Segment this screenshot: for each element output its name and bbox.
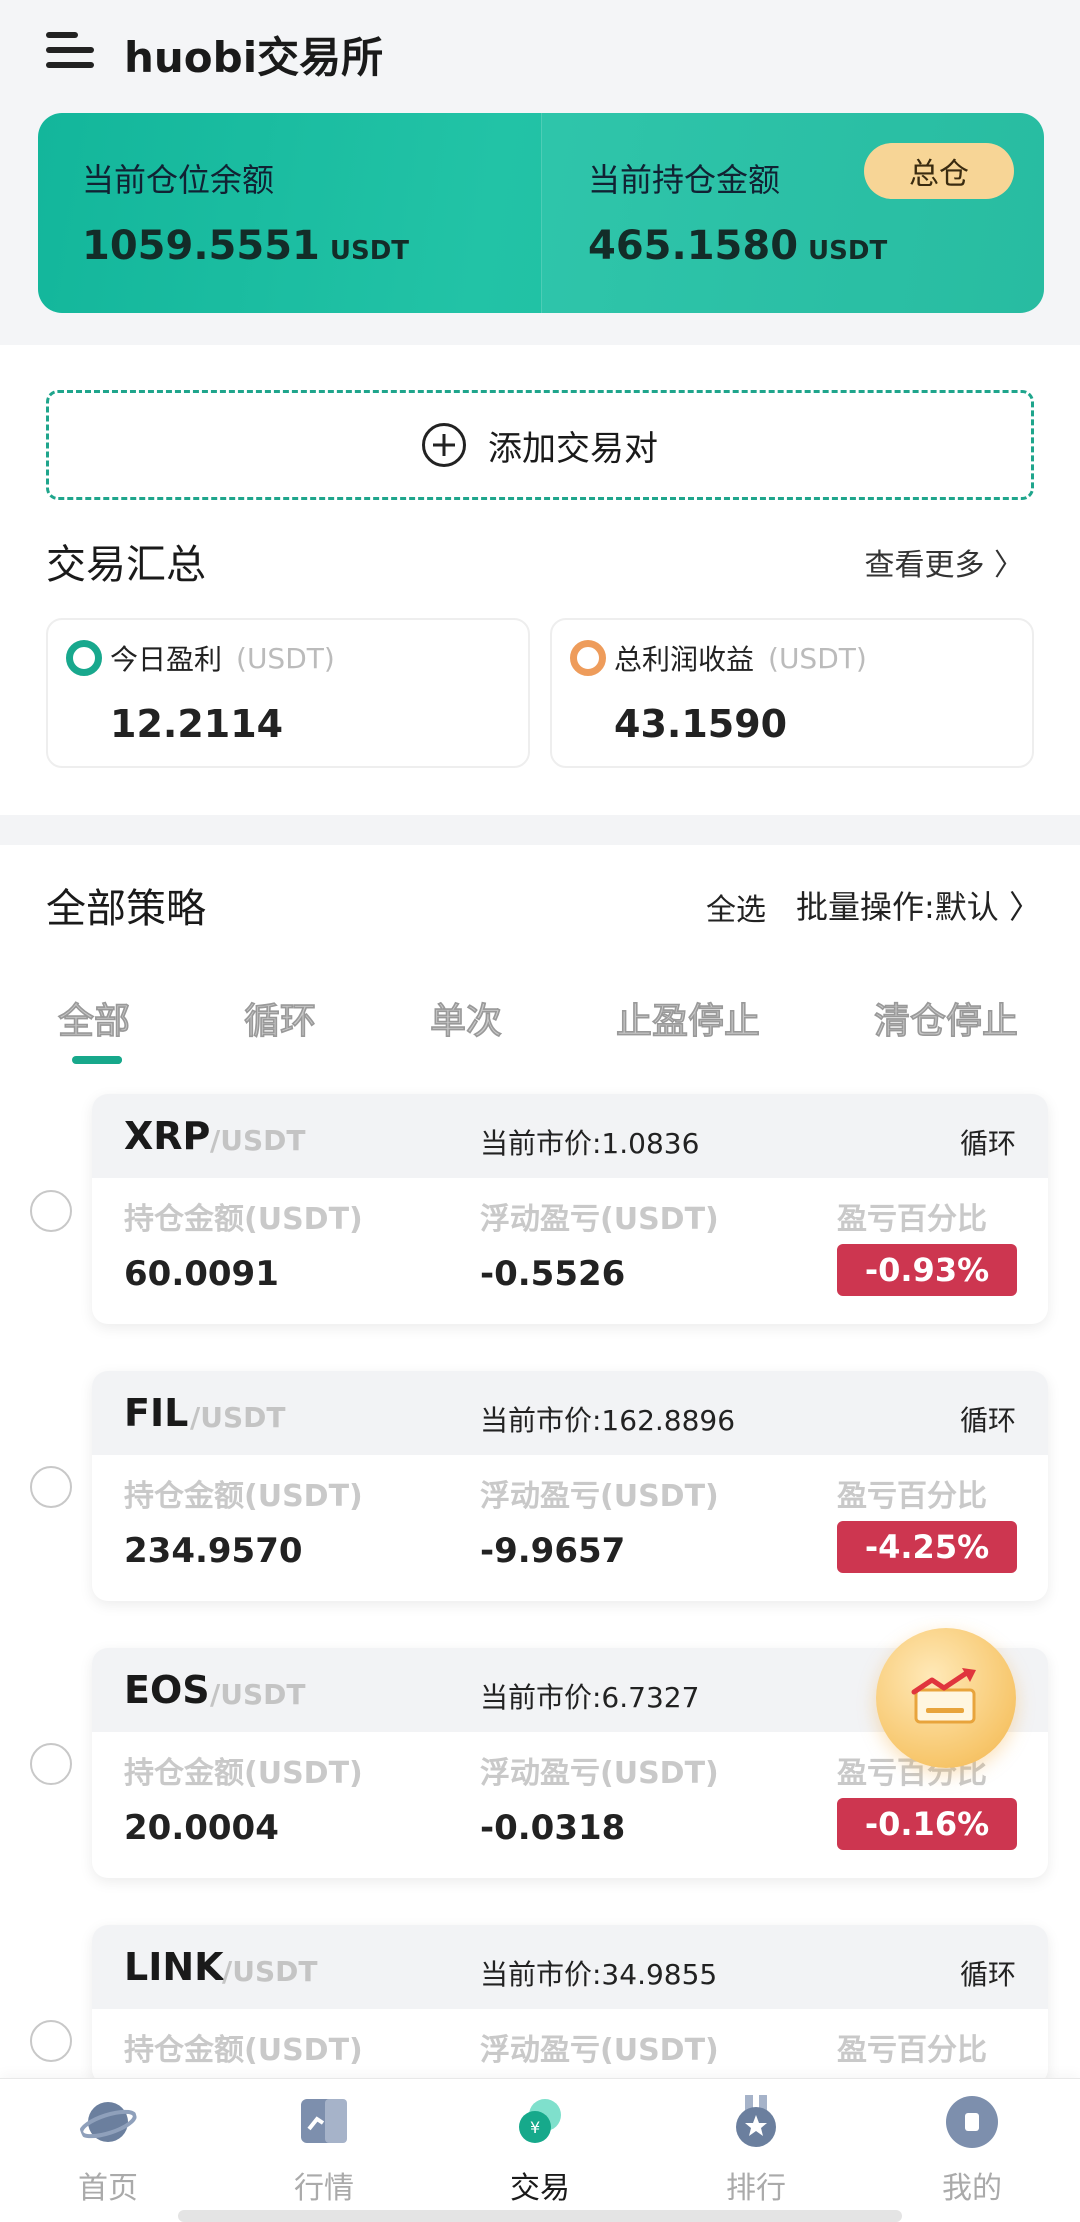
position-symbol: XRP [124, 1114, 211, 1158]
nav-trade-label: 交易 [510, 2171, 570, 2206]
total-profit-label: 总利润收益 [614, 643, 755, 676]
position-mode: 循环 [959, 1127, 1016, 1160]
tab-active-indicator-dot [112, 1056, 122, 1064]
select-checkbox-xrp[interactable] [30, 1190, 72, 1232]
holding-amount: 当前持仓金额 465.1580 USDT 总仓 [541, 113, 1044, 313]
svg-text:¥: ¥ [530, 2118, 540, 2137]
position-pnl: -0.0318 [480, 1808, 626, 1848]
position-pnl-label: 浮动盈亏(USDT) [480, 1202, 719, 1237]
position-market-price: 当前市价:162.8896 [480, 1404, 736, 1437]
nav-home[interactable]: 首页 [0, 2079, 216, 2222]
position-pct-label: 盈亏百分比 [837, 1479, 987, 1514]
position-card[interactable]: FIL /USDT 当前市价:162.8896 循环 持仓金额(USDT) 浮动… [92, 1371, 1048, 1601]
position-quote: /USDT [210, 1678, 306, 1711]
total-profit-dot-icon [570, 640, 606, 676]
position-quote: /USDT [210, 1124, 306, 1157]
nav-profile[interactable]: 我的 [864, 2079, 1080, 2222]
tab-loop[interactable]: 循环 [244, 992, 317, 1044]
nav-market-label: 行情 [294, 2171, 354, 2206]
trade-icon: ¥ [519, 2099, 561, 2143]
nav-ranking-label: 排行 [726, 2171, 786, 2206]
trend-chart-icon [911, 1668, 976, 1724]
position-balance-label: 当前仓位余额 [82, 161, 275, 199]
position-amount-label: 持仓金额(USDT) [124, 2033, 363, 2068]
total-profit-value: 43.1590 [614, 702, 788, 746]
position-amount-label: 持仓金额(USDT) [124, 1756, 363, 1791]
plus-circle-icon [422, 423, 466, 467]
summary-title: 交易汇总 [46, 542, 206, 588]
position-pnl-label: 浮动盈亏(USDT) [480, 1756, 719, 1791]
menu-icon[interactable] [46, 32, 94, 70]
position-balance: 当前仓位余额 1059.5551 USDT [38, 113, 541, 313]
position-pct-label: 盈亏百分比 [837, 1202, 987, 1237]
floating-trend-button[interactable] [876, 1628, 1016, 1768]
header: huobi交易所 [0, 0, 1080, 105]
position-pct-label: 盈亏百分比 [837, 2033, 987, 2068]
position-symbol: LINK [124, 1945, 224, 1989]
add-pair-label: 添加交易对 [488, 428, 658, 469]
position-market-price: 当前市价:1.0836 [480, 1127, 700, 1160]
nav-profile-label: 我的 [942, 2171, 1002, 2206]
holding-amount-value: 465.1580 USDT [588, 223, 888, 269]
medal-icon [736, 2095, 776, 2147]
select-checkbox-link[interactable] [30, 2020, 72, 2062]
position-amount-label: 持仓金额(USDT) [124, 1202, 363, 1237]
tab-all[interactable]: 全部 [58, 992, 131, 1044]
see-more-link[interactable]: 查看更多 〉 [864, 540, 1024, 584]
position-pnl-label: 浮动盈亏(USDT) [480, 2033, 719, 2068]
position-amount: 234.9570 [124, 1531, 303, 1571]
today-profit-unit: (USDT) [236, 641, 335, 675]
select-all-button[interactable]: 全选 [706, 885, 766, 929]
position-quote: /USDT [222, 1955, 318, 1988]
today-profit-value: 12.2114 [110, 702, 284, 746]
nav-ranking[interactable]: 排行 [648, 2079, 864, 2222]
position-market-price: 当前市价:6.7327 [480, 1681, 700, 1714]
position-card[interactable]: LINK /USDT 当前市价:34.9855 循环 持仓金额(USDT) 浮动… [92, 1925, 1048, 2085]
select-checkbox-eos[interactable] [30, 1743, 72, 1785]
nav-market[interactable]: 行情 [216, 2079, 432, 2222]
position-market-price: 当前市价:34.9855 [480, 1958, 718, 1991]
position-quote: /USDT [190, 1401, 286, 1434]
position-pct-badge: -0.16% [837, 1798, 1017, 1850]
position-amount: 20.0004 [124, 1808, 279, 1848]
add-pair-button[interactable]: 添加交易对 [46, 390, 1034, 500]
position-amount-label: 持仓金额(USDT) [124, 1479, 363, 1514]
today-profit-label: 今日盈利 [110, 643, 223, 676]
profile-icon [946, 2096, 998, 2148]
bottom-nav: 首页 行情 ¥ 交易 排行 我的 [0, 2078, 1080, 2222]
nav-home-label: 首页 [78, 2171, 138, 2206]
position-card[interactable]: XRP /USDT 当前市价:1.0836 循环 持仓金额(USDT) 浮动盈亏… [92, 1094, 1048, 1324]
planet-icon [79, 2102, 137, 2142]
chart-book-icon [301, 2099, 347, 2143]
select-checkbox-fil[interactable] [30, 1466, 72, 1508]
position-mode: 循环 [959, 1958, 1016, 1991]
position-mode: 循环 [959, 1404, 1016, 1437]
position-pnl: -9.9657 [480, 1531, 626, 1571]
nav-trade[interactable]: ¥ 交易 [432, 2079, 648, 2222]
today-profit-card: 今日盈利 (USDT) 12.2114 [46, 618, 530, 768]
position-pct-badge: -0.93% [837, 1244, 1017, 1296]
balance-card: 当前仓位余额 1059.5551 USDT 当前持仓金额 465.1580 USDT… [38, 113, 1044, 313]
position-amount: 60.0091 [124, 1254, 279, 1294]
position-pnl-label: 浮动盈亏(USDT) [480, 1479, 719, 1514]
position-balance-value: 1059.5551 USDT [82, 223, 410, 269]
position-pct-badge: -4.25% [837, 1521, 1017, 1573]
home-indicator [178, 2210, 902, 2222]
position-symbol: FIL [124, 1391, 189, 1435]
strategies-title: 全部策略 [46, 886, 206, 932]
tab-single[interactable]: 单次 [430, 992, 503, 1044]
tab-take-profit-stop[interactable]: 止盈停止 [616, 992, 761, 1044]
section-divider [0, 815, 1080, 845]
batch-operation-button[interactable]: 批量操作:默认 〉 [796, 882, 1041, 928]
total-profit-card: 总利润收益 (USDT) 43.1590 [550, 618, 1034, 768]
tab-clear-stop[interactable]: 清仓停止 [874, 992, 1019, 1044]
total-position-badge[interactable]: 总仓 [864, 143, 1014, 199]
strategy-tabs: 全部 循环 单次 止盈停止 清仓停止 [0, 992, 1080, 1044]
position-symbol: EOS [124, 1668, 210, 1712]
app-title: huobi交易所 [124, 33, 384, 82]
total-profit-unit: (USDT) [768, 641, 867, 675]
today-profit-dot-icon [66, 640, 102, 676]
position-pnl: -0.5526 [480, 1254, 626, 1294]
